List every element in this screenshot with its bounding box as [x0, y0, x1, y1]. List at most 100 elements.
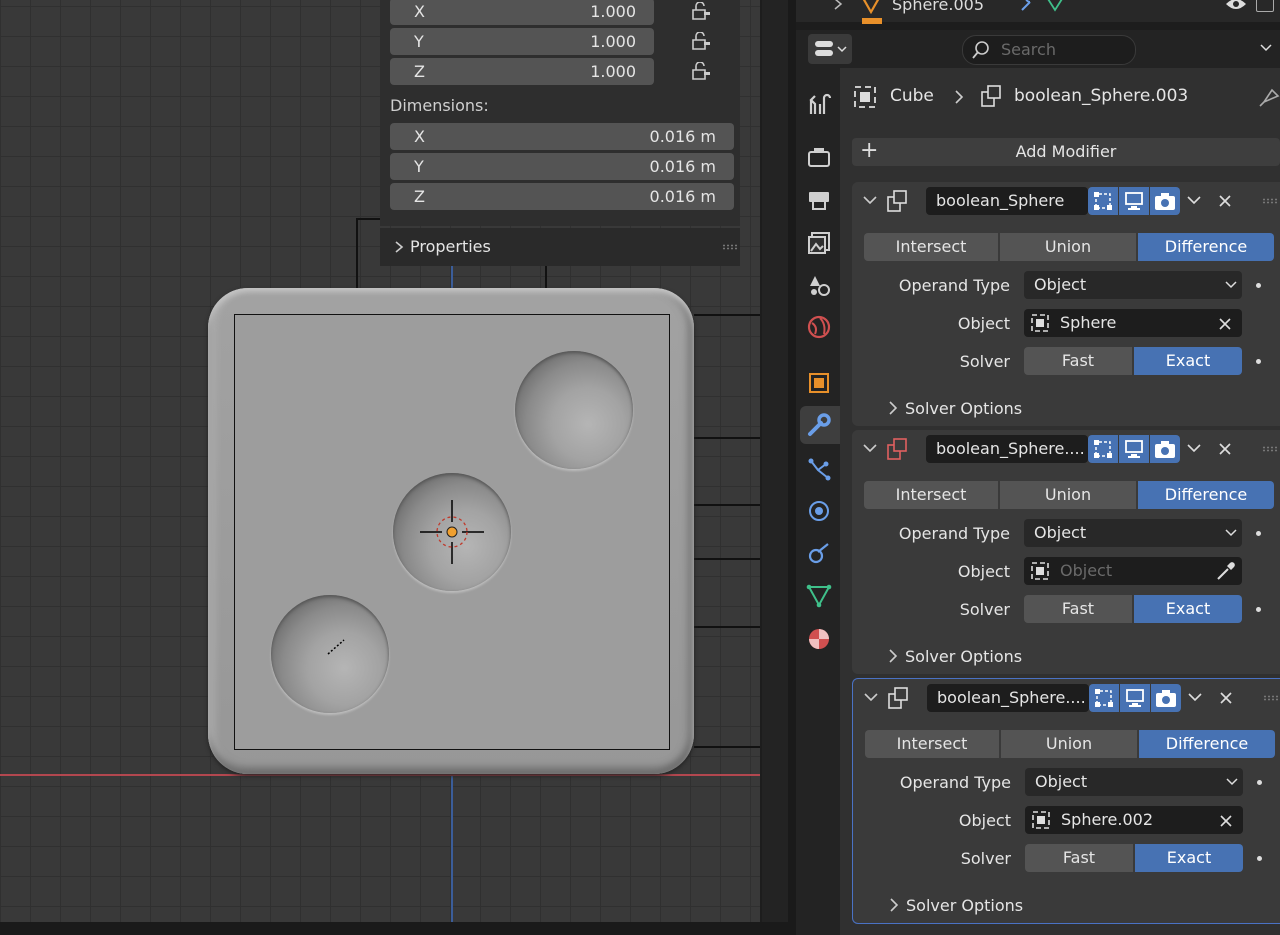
- wrench-screwdriver-icon[interactable]: [806, 90, 832, 116]
- keyframe-dot-icon[interactable]: [1257, 780, 1262, 785]
- modifier-name-field[interactable]: boolean_Sphere....: [927, 684, 1089, 712]
- exact-option[interactable]: Exact: [1135, 844, 1243, 872]
- chevron-down-icon[interactable]: [1187, 691, 1203, 705]
- drag-grip-icon[interactable]: [1262, 446, 1278, 452]
- difference-option[interactable]: Difference: [1138, 481, 1274, 509]
- chevron-down-icon[interactable]: [863, 691, 879, 705]
- edit-mode-icon: [1095, 689, 1113, 707]
- scene-shapes-icon[interactable]: [806, 272, 832, 298]
- dimension-x-field[interactable]: X 0.016 m: [390, 123, 734, 150]
- object-field[interactable]: Sphere: [1024, 309, 1242, 337]
- object-field[interactable]: Sphere.002: [1025, 806, 1243, 834]
- scale-x-field[interactable]: X 1.000: [390, 0, 654, 25]
- viewport-toggle[interactable]: [1119, 435, 1149, 463]
- exact-option[interactable]: Exact: [1134, 347, 1242, 375]
- operand-type-dropdown[interactable]: Object: [1025, 768, 1243, 796]
- image-stack-icon[interactable]: [806, 230, 832, 256]
- material-sphere-icon[interactable]: [806, 626, 832, 652]
- operand-type-dropdown[interactable]: Object: [1024, 271, 1242, 299]
- camera-back-icon[interactable]: [806, 144, 832, 170]
- modifier-name-field[interactable]: boolean_Sphere....: [926, 435, 1088, 463]
- 3d-cursor-icon[interactable]: [420, 500, 484, 564]
- chevron-down-icon[interactable]: [862, 194, 878, 208]
- solver-options-toggle[interactable]: Solver Options: [905, 647, 1022, 666]
- modifier-header[interactable]: boolean_Sphere: [852, 182, 1280, 218]
- render-toggle[interactable]: [1151, 684, 1181, 712]
- chevron-down-icon[interactable]: [1186, 194, 1202, 208]
- modifier-name-field[interactable]: boolean_Sphere: [926, 187, 1088, 215]
- unlock-icon[interactable]: [690, 62, 712, 80]
- fast-option[interactable]: Fast: [1024, 347, 1132, 375]
- drag-grip-icon[interactable]: [722, 244, 738, 250]
- unlock-icon[interactable]: [690, 32, 712, 50]
- editor-type-button[interactable]: [808, 34, 852, 64]
- clear-icon[interactable]: [1218, 317, 1232, 331]
- solver-options-toggle[interactable]: Solver Options: [905, 399, 1022, 418]
- edit-mode-toggle[interactable]: [1088, 435, 1118, 463]
- edit-mode-toggle[interactable]: [1089, 684, 1119, 712]
- scale-y-field[interactable]: Y 1.000: [390, 28, 654, 55]
- unlock-icon[interactable]: [690, 2, 712, 20]
- render-toggle[interactable]: [1150, 187, 1180, 215]
- union-option[interactable]: Union: [1000, 481, 1136, 509]
- edit-mode-toggle[interactable]: [1088, 187, 1118, 215]
- viewport-toggle[interactable]: [1120, 684, 1150, 712]
- intersect-option[interactable]: Intersect: [864, 233, 998, 261]
- intersect-option[interactable]: Intersect: [865, 730, 999, 758]
- modifier-header[interactable]: boolean_Sphere....: [853, 679, 1280, 715]
- keyframe-dot-icon[interactable]: [1256, 283, 1261, 288]
- render-toggle[interactable]: [1150, 435, 1180, 463]
- mesh-data-icon[interactable]: [806, 582, 832, 608]
- chevron-down-icon[interactable]: [1186, 442, 1202, 456]
- pin-icon[interactable]: [1258, 84, 1280, 108]
- checkbox-icon[interactable]: [1256, 0, 1274, 12]
- fast-option[interactable]: Fast: [1025, 844, 1133, 872]
- clear-icon[interactable]: [1219, 814, 1233, 828]
- operand-type-dropdown[interactable]: Object: [1024, 519, 1242, 547]
- object-label: Object: [958, 811, 1011, 830]
- keyframe-dot-icon[interactable]: [1257, 856, 1262, 861]
- close-icon[interactable]: [1218, 442, 1232, 456]
- wrench-icon[interactable]: [806, 412, 832, 438]
- breadcrumb-modifier[interactable]: boolean_Sphere.003: [1014, 86, 1188, 106]
- eyedropper-icon[interactable]: [1214, 561, 1236, 583]
- 3d-viewport[interactable]: X 1.000 Y 1.000 Z 1.000 Dimensions: X 0.…: [0, 0, 760, 935]
- dimension-z-field[interactable]: Z 0.016 m: [390, 183, 734, 210]
- constraint-icon[interactable]: [806, 540, 832, 566]
- chevron-down-icon[interactable]: [862, 442, 878, 456]
- difference-option[interactable]: Difference: [1138, 233, 1274, 261]
- difference-option[interactable]: Difference: [1139, 730, 1275, 758]
- solver-options-toggle[interactable]: Solver Options: [906, 896, 1023, 915]
- chevron-right-icon[interactable]: [832, 0, 846, 12]
- add-modifier-button[interactable]: + Add Modifier: [852, 138, 1280, 166]
- drag-grip-icon[interactable]: [1263, 695, 1279, 701]
- intersect-option[interactable]: Intersect: [864, 481, 998, 509]
- object-field[interactable]: Object: [1024, 557, 1242, 585]
- globe-icon[interactable]: [806, 314, 832, 340]
- close-icon[interactable]: [1218, 194, 1232, 208]
- particles-icon[interactable]: [806, 456, 832, 482]
- modifier-header[interactable]: boolean_Sphere....: [852, 430, 1280, 466]
- keyframe-dot-icon[interactable]: [1256, 607, 1261, 612]
- outliner-row[interactable]: Sphere.005: [796, 0, 1280, 24]
- outliner-item-label[interactable]: Sphere.005: [892, 0, 984, 14]
- eye-icon[interactable]: [1224, 0, 1248, 12]
- scale-z-field[interactable]: Z 1.000: [390, 58, 654, 85]
- breadcrumb-object[interactable]: Cube: [890, 86, 934, 106]
- properties-search-input[interactable]: Search: [962, 35, 1136, 65]
- drag-grip-icon[interactable]: [1262, 198, 1278, 204]
- exact-option[interactable]: Exact: [1134, 595, 1242, 623]
- physics-orbit-icon[interactable]: [806, 498, 832, 524]
- object-square-icon[interactable]: [806, 370, 832, 396]
- printer-icon[interactable]: [806, 186, 832, 212]
- keyframe-dot-icon[interactable]: [1256, 531, 1261, 536]
- fast-option[interactable]: Fast: [1024, 595, 1132, 623]
- close-icon[interactable]: [1219, 691, 1233, 705]
- viewport-toggle[interactable]: [1119, 187, 1149, 215]
- keyframe-dot-icon[interactable]: [1256, 359, 1261, 364]
- dimension-y-field[interactable]: Y 0.016 m: [390, 153, 734, 180]
- properties-subpanel-header[interactable]: Properties: [380, 228, 740, 266]
- header-dropdown-button[interactable]: [1258, 40, 1274, 59]
- union-option[interactable]: Union: [1001, 730, 1137, 758]
- union-option[interactable]: Union: [1000, 233, 1136, 261]
